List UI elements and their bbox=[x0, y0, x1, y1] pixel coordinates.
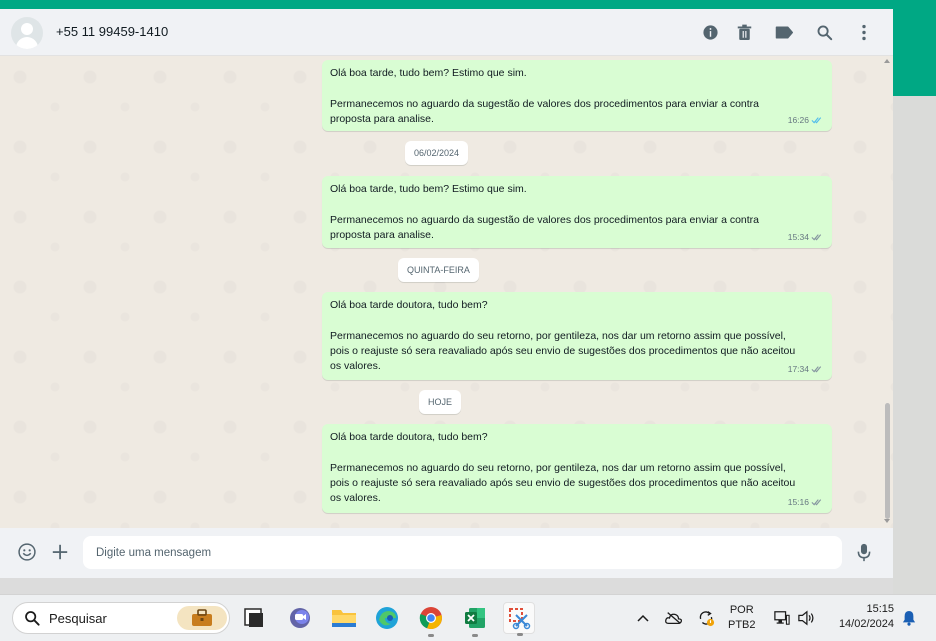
message-time: 17:34 bbox=[787, 363, 809, 374]
avatar[interactable] bbox=[11, 17, 43, 49]
running-indicator bbox=[428, 634, 434, 637]
scroll-up-arrow-icon[interactable] bbox=[884, 59, 890, 63]
background-panel bbox=[893, 96, 936, 594]
chat-header: +55 11 99459-1410 bbox=[0, 9, 893, 56]
delivered-ticks-icon bbox=[811, 366, 822, 373]
scrollbar-thumb[interactable] bbox=[885, 403, 890, 519]
delivered-ticks-icon bbox=[811, 234, 822, 241]
date-separator: HOJE bbox=[419, 390, 462, 414]
read-ticks-icon bbox=[811, 117, 822, 124]
message-line bbox=[330, 81, 824, 96]
network-icon[interactable] bbox=[772, 608, 792, 628]
keyboard-layout: PTB2 bbox=[728, 619, 756, 631]
message-bubble[interactable]: Olá boa tarde, tudo bem? Estimo que sim.… bbox=[322, 60, 832, 131]
sync-alert-icon[interactable] bbox=[696, 608, 716, 628]
onedrive-offline-icon[interactable] bbox=[664, 608, 684, 628]
background-accent-panel bbox=[893, 0, 936, 96]
message-line: os valores. bbox=[330, 360, 381, 373]
date-separator: 06/02/2024 bbox=[405, 141, 469, 165]
message-meta: 17:34 bbox=[788, 362, 824, 377]
message-bubble[interactable]: Olá boa tarde, tudo bem? Estimo que sim.… bbox=[322, 176, 832, 248]
message-meta: 15:16 bbox=[788, 495, 824, 510]
language-code: POR bbox=[729, 604, 754, 616]
input-language-indicator[interactable]: POR PTB2 bbox=[728, 603, 756, 633]
search-icon[interactable] bbox=[813, 21, 835, 43]
search-highlight-icon bbox=[177, 606, 227, 630]
info-icon[interactable] bbox=[699, 21, 721, 43]
excel-icon[interactable] bbox=[459, 602, 491, 637]
message-time: 16:26 bbox=[787, 114, 809, 125]
microphone-icon[interactable] bbox=[853, 541, 875, 563]
avatar-body-shape bbox=[16, 37, 38, 49]
message-line: Permanecemos no aguardo do seu retorno, … bbox=[330, 461, 786, 474]
message-line: Permanecemos no aguardo do seu retorno, … bbox=[330, 329, 786, 342]
message-line: Permanecemos no aguardo da sugestão de v… bbox=[330, 97, 760, 110]
chrome-browser-icon[interactable] bbox=[415, 602, 447, 637]
file-explorer-icon[interactable] bbox=[328, 602, 360, 634]
contact-name[interactable]: +55 11 99459-1410 bbox=[56, 24, 168, 39]
message-line: pois o reajuste só sera reavaliado após … bbox=[330, 344, 796, 357]
teams-chat-icon[interactable] bbox=[284, 602, 316, 634]
windows-taskbar: Pesquisar POR PTB2 15:15 14/02/2024 bbox=[0, 594, 936, 641]
notification-bell-icon[interactable] bbox=[899, 608, 919, 628]
chevron-up-icon[interactable] bbox=[633, 608, 653, 628]
search-icon bbox=[25, 611, 40, 626]
delivered-ticks-icon bbox=[811, 499, 822, 506]
message-line: pois o reajuste só sera reavaliado após … bbox=[330, 476, 796, 489]
message-time: 15:34 bbox=[787, 231, 809, 242]
message-line: proposta para analise. bbox=[330, 112, 434, 125]
emoji-icon[interactable] bbox=[16, 541, 38, 563]
clock-date: 14/02/2024 bbox=[838, 618, 894, 630]
message-line bbox=[330, 445, 824, 460]
snipping-tool-icon[interactable] bbox=[503, 602, 535, 636]
clock-time: 15:15 bbox=[866, 603, 894, 615]
message-meta: 15:34 bbox=[788, 230, 824, 245]
message-list[interactable]: Olá boa tarde, tudo bem? Estimo que sim.… bbox=[0, 57, 893, 528]
window-top-accent bbox=[0, 0, 936, 9]
message-line bbox=[330, 197, 824, 212]
message-line: proposta para analise. bbox=[330, 228, 434, 241]
message-composer bbox=[0, 528, 893, 578]
menu-icon[interactable] bbox=[853, 21, 875, 43]
trash-icon[interactable] bbox=[733, 21, 755, 43]
message-meta: 16:26 bbox=[788, 113, 824, 128]
date-separator: QUINTA-FEIRA bbox=[398, 258, 479, 282]
search-label: Pesquisar bbox=[49, 611, 107, 626]
task-view-icon[interactable] bbox=[238, 602, 270, 634]
message-line: Olá boa tarde, tudo bem? Estimo que sim. bbox=[330, 183, 527, 195]
message-line bbox=[330, 313, 824, 328]
avatar-head-shape bbox=[21, 23, 33, 35]
message-line: Olá boa tarde doutora, tudo bem? bbox=[330, 431, 488, 443]
edge-browser-icon[interactable] bbox=[371, 602, 403, 634]
label-icon[interactable] bbox=[773, 21, 795, 43]
message-bubble[interactable]: Olá boa tarde doutora, tudo bem? Permane… bbox=[322, 424, 832, 513]
message-input[interactable] bbox=[83, 536, 842, 569]
message-line: Permanecemos no aguardo da sugestão de v… bbox=[330, 213, 760, 226]
message-bubble[interactable]: Olá boa tarde doutora, tudo bem? Permane… bbox=[322, 292, 832, 380]
message-line: Olá boa tarde doutora, tudo bem? bbox=[330, 299, 488, 311]
attach-plus-icon[interactable] bbox=[49, 541, 71, 563]
message-time: 15:16 bbox=[787, 496, 809, 507]
volume-icon[interactable] bbox=[796, 608, 816, 628]
whatsapp-chat-window: +55 11 99459-1410 Olá boa tarde, tudo be… bbox=[0, 9, 893, 578]
message-line: os valores. bbox=[330, 492, 381, 505]
taskbar-clock[interactable]: 15:15 14/02/2024 bbox=[828, 602, 894, 632]
running-indicator bbox=[472, 634, 478, 637]
message-line: Olá boa tarde, tudo bem? Estimo que sim. bbox=[330, 67, 527, 79]
scroll-down-arrow-icon[interactable] bbox=[884, 519, 890, 523]
running-indicator bbox=[517, 633, 523, 636]
taskbar-search[interactable]: Pesquisar bbox=[12, 602, 230, 634]
